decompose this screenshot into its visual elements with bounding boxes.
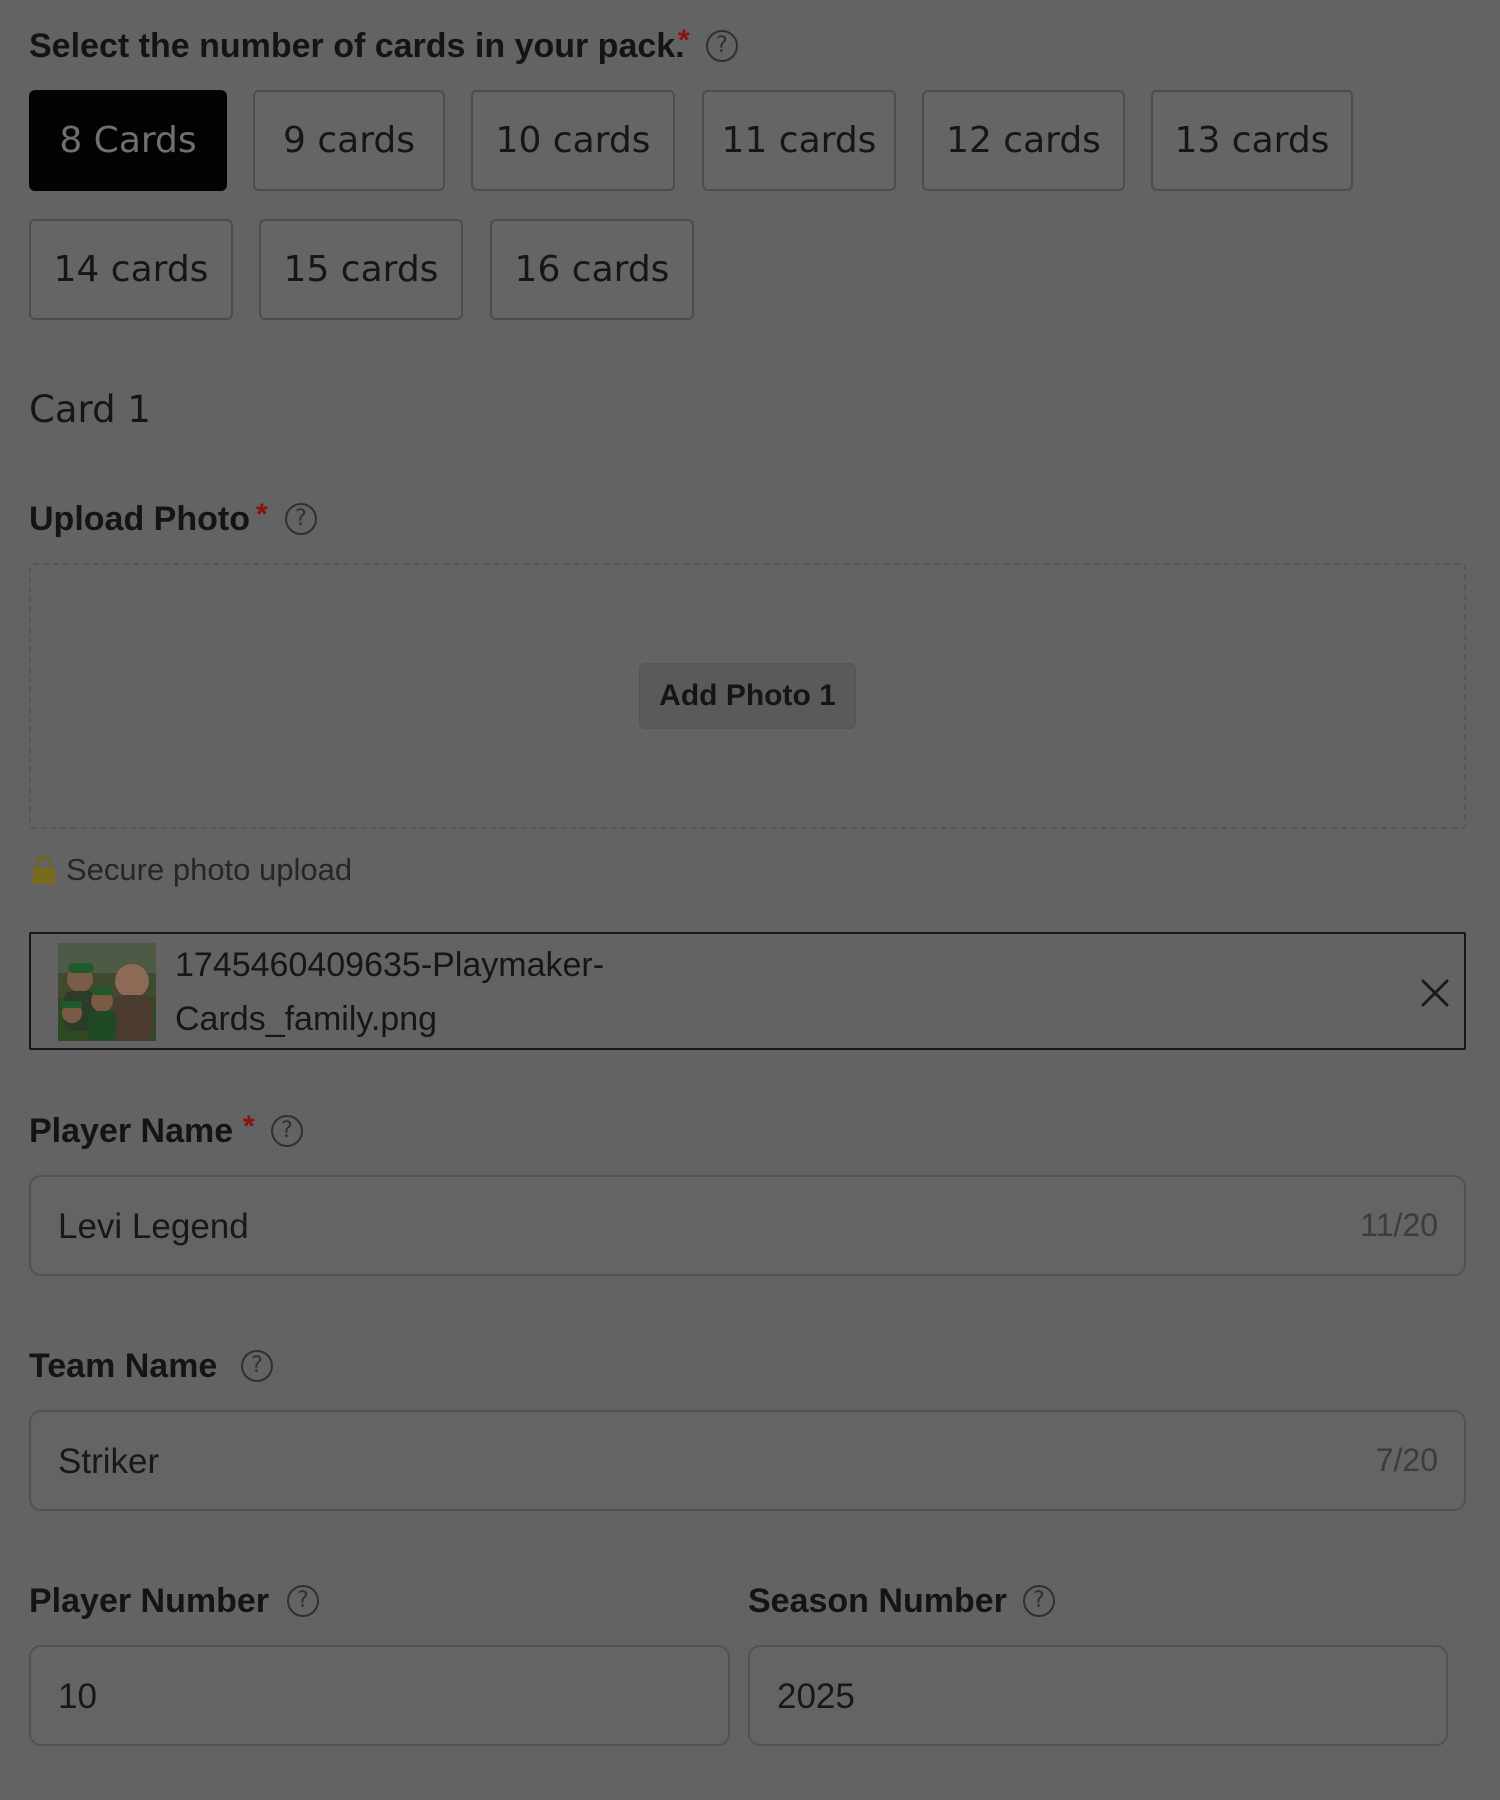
season-number-label: Season Number (748, 1582, 1007, 1620)
option-13-cards[interactable]: 13 cards (1151, 90, 1353, 191)
player-number-value: 10 (58, 1677, 97, 1716)
option-14-cards[interactable]: 14 cards (29, 219, 233, 320)
lock-icon (31, 855, 57, 885)
option-8-cards[interactable]: 8 Cards (29, 90, 227, 191)
player-name-value: Levi Legend (58, 1207, 249, 1246)
help-icon[interactable]: ? (287, 1585, 319, 1617)
option-9-cards[interactable]: 9 cards (253, 90, 445, 191)
file-thumbnail (58, 943, 156, 1041)
close-icon[interactable] (1418, 976, 1452, 1010)
add-photo-button[interactable]: Add Photo 1 (639, 663, 856, 729)
option-16-cards[interactable]: 16 cards (490, 219, 694, 320)
team-name-label: Team Name (29, 1347, 218, 1385)
player-number-input[interactable]: 10 (29, 1645, 730, 1746)
required-asterisk: * (678, 24, 690, 57)
option-11-cards[interactable]: 11 cards (702, 90, 896, 191)
file-name-line-1: 1745460409635-Playmaker- (175, 946, 605, 984)
required-asterisk: * (243, 1110, 255, 1143)
file-name-line-2: Cards_family.png (175, 1000, 438, 1038)
team-name-value: Striker (58, 1442, 160, 1481)
player-name-counter: 11/20 (1360, 1207, 1438, 1243)
season-number-input[interactable]: 2025 (748, 1645, 1448, 1746)
card-title: Card 1 (29, 388, 151, 431)
pack-size-label: Select the number of cards in your pack. (29, 27, 685, 65)
help-icon[interactable]: ? (271, 1115, 303, 1147)
required-asterisk: * (256, 498, 268, 531)
upload-photo-label: Upload Photo (29, 500, 250, 538)
uploaded-file: 1745460409635-Playmaker- Cards_family.pn… (29, 932, 1466, 1050)
help-icon[interactable]: ? (285, 503, 317, 535)
help-icon[interactable]: ? (1023, 1585, 1055, 1617)
option-12-cards[interactable]: 12 cards (922, 90, 1125, 191)
team-name-counter: 7/20 (1375, 1442, 1438, 1478)
season-number-value: 2025 (777, 1677, 855, 1716)
team-name-input[interactable]: Striker 7/20 (29, 1410, 1466, 1511)
option-15-cards[interactable]: 15 cards (259, 219, 463, 320)
option-10-cards[interactable]: 10 cards (471, 90, 675, 191)
player-name-label: Player Name (29, 1112, 234, 1150)
player-number-label: Player Number (29, 1582, 269, 1620)
help-icon[interactable]: ? (706, 30, 738, 62)
secure-upload-text: Secure photo upload (66, 852, 353, 887)
help-icon[interactable]: ? (241, 1350, 273, 1382)
player-name-input[interactable]: Levi Legend 11/20 (29, 1175, 1466, 1276)
